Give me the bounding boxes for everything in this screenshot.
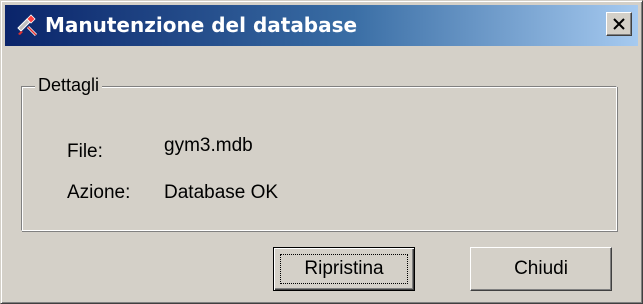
database-tools-icon [15, 14, 39, 38]
restore-button[interactable]: Ripristina [273, 247, 415, 291]
close-icon [613, 18, 625, 30]
action-value: Database OK [164, 182, 279, 203]
file-label: File: [67, 141, 103, 162]
close-window-button[interactable] [606, 12, 632, 36]
details-group-label: Dettagli [35, 74, 103, 96]
details-group [21, 86, 617, 231]
dialog-window: Manutenzione del database Dettagli File:… [0, 0, 643, 304]
window-title: Manutenzione del database [45, 13, 358, 37]
close-button-label: Chiudi [514, 258, 568, 279]
file-value: gym3.mdb [164, 135, 253, 156]
title-bar[interactable]: Manutenzione del database [5, 5, 638, 46]
focus-ring [280, 254, 408, 284]
close-button[interactable]: Chiudi [470, 247, 612, 291]
action-label: Azione: [67, 182, 131, 203]
